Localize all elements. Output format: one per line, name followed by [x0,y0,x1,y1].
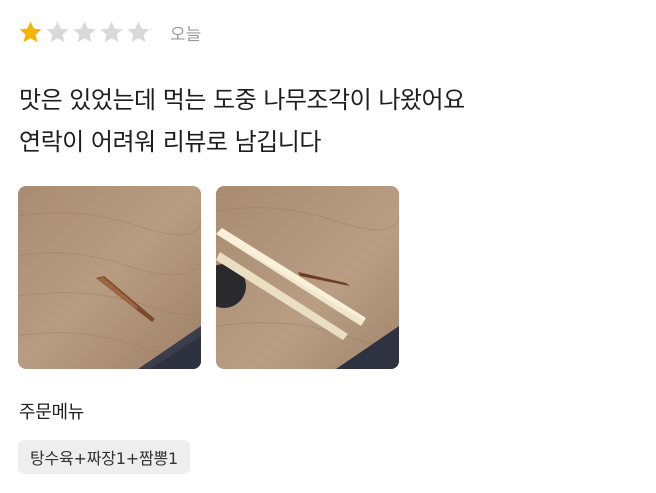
review-text-line: 연락이 어려워 리뷰로 남깁니다 [19,128,321,156]
star-icon-empty [98,19,125,46]
order-menu-label: 주문메뉴 [19,402,85,423]
star-icon-filled [17,19,44,46]
review-photo-1[interactable] [18,186,201,369]
review-text: 맛은 있었는데 먹는 도중 나무조각이 나왔어요 연락이 어려워 리뷰로 남깁니… [19,79,639,163]
review-text-line: 맛은 있었는데 먹는 도중 나무조각이 나왔어요 [19,86,465,114]
order-menu-chip: 탕수육+짜장1+짬뽕1 [18,440,191,474]
review-photos [18,186,399,369]
review-photo-2[interactable] [216,186,399,369]
star-icon-empty [44,19,71,46]
rating-row: 오늘 [17,17,201,47]
review-date: 오늘 [170,24,202,45]
star-icon-empty [71,19,98,46]
chopsticks-splinter-photo-icon [216,186,399,369]
star-icon-empty [125,19,152,46]
wood-splinter-photo-icon [18,186,201,369]
